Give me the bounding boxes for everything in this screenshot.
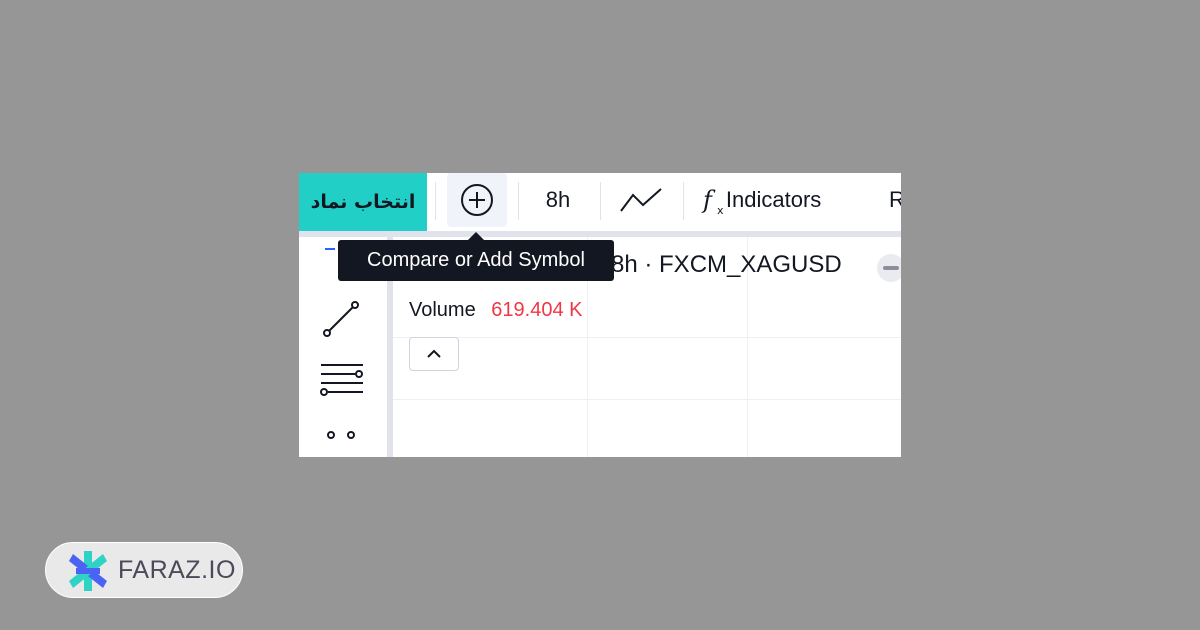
tradingview-screenshot: انتخاب نماد 8h fx Indicators R 8h · FXCM… bbox=[299, 173, 901, 457]
collapse-legend-button[interactable] bbox=[409, 337, 459, 371]
brand-badge[interactable]: FARAZ.IO bbox=[45, 542, 243, 598]
brand-name: FARAZ.IO bbox=[118, 556, 236, 584]
symbol-search-label: انتخاب نماد bbox=[310, 191, 416, 213]
fib-retracement-tool-button[interactable] bbox=[315, 355, 367, 407]
patterns-tool-button[interactable] bbox=[315, 407, 367, 457]
indicators-label: Indicators bbox=[725, 187, 822, 212]
indicators-button[interactable]: fx Indicators bbox=[703, 173, 821, 227]
interval-label: 8h bbox=[545, 187, 571, 212]
compare-tooltip: Compare or Add Symbol bbox=[338, 240, 614, 281]
patterns-icon bbox=[327, 431, 355, 439]
tooltip-text: Compare or Add Symbol bbox=[367, 249, 585, 271]
chevron-up-icon bbox=[427, 349, 441, 358]
asterisk-logo-icon bbox=[69, 551, 107, 591]
trend-line-icon bbox=[323, 301, 359, 337]
toolbar-next-label: R bbox=[889, 187, 901, 212]
volume-value: 619.404 K bbox=[491, 299, 583, 321]
volume-legend: Volume 619.404 K bbox=[409, 299, 582, 322]
toolbar-separator bbox=[683, 182, 684, 220]
fx-icon: fx bbox=[703, 186, 724, 217]
chart-legend-title: 8h · FXCM_XAGUSD bbox=[611, 251, 842, 278]
plus-circle-icon bbox=[461, 184, 493, 216]
line-chart-icon bbox=[620, 188, 662, 212]
top-toolbar: انتخاب نماد 8h fx Indicators R bbox=[299, 173, 901, 231]
toolbar-next-button[interactable]: R bbox=[889, 173, 901, 227]
symbol-search-button[interactable]: انتخاب نماد bbox=[299, 173, 427, 231]
toolbar-separator bbox=[600, 182, 601, 220]
fib-retracement-icon bbox=[320, 364, 363, 396]
toolbar-separator bbox=[435, 182, 436, 220]
grid-line bbox=[393, 399, 901, 400]
remove-button[interactable] bbox=[877, 254, 901, 282]
toolbar-separator bbox=[518, 182, 519, 220]
interval-button[interactable]: 8h bbox=[531, 173, 585, 227]
volume-label: Volume bbox=[409, 299, 476, 321]
grid-line bbox=[393, 337, 901, 338]
chart-type-button[interactable] bbox=[615, 173, 667, 227]
trend-line-tool-button[interactable] bbox=[315, 293, 367, 345]
compare-add-symbol-button[interactable] bbox=[447, 173, 507, 227]
